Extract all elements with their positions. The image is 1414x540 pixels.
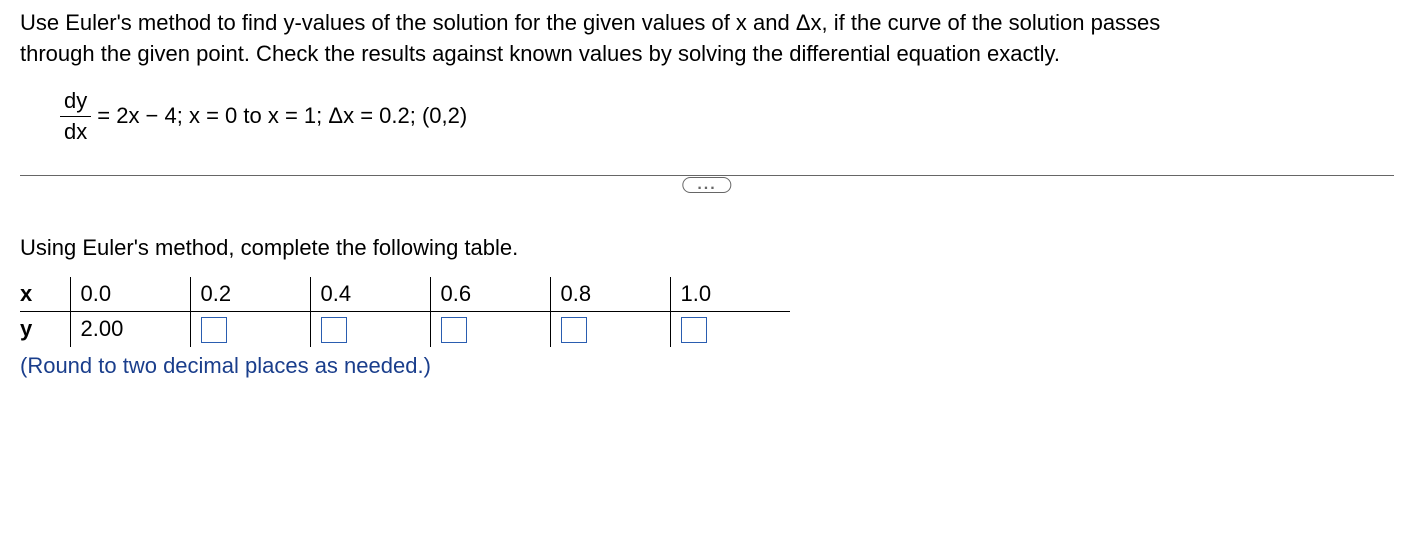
y-cell <box>190 311 310 347</box>
fraction-denominator: dx <box>60 116 91 145</box>
expand-button[interactable]: ... <box>682 177 731 193</box>
y-row: y 2.00 <box>20 311 790 347</box>
fraction-numerator: dy <box>60 88 91 116</box>
x-cell: 0.4 <box>310 277 430 312</box>
x-cell: 1.0 <box>670 277 790 312</box>
fraction-dy-dx: dy dx <box>60 88 91 145</box>
section-divider: ... <box>20 175 1394 195</box>
x-cell: 0.2 <box>190 277 310 312</box>
y-input-5[interactable] <box>681 317 707 343</box>
x-cell: 0.8 <box>550 277 670 312</box>
x-row-label: x <box>20 277 70 312</box>
rounding-hint: (Round to two decimal places as needed.) <box>20 353 1394 379</box>
problem-line-2: through the given point. Check the resul… <box>20 41 1060 66</box>
equation-rhs: = 2x − 4; x = 0 to x = 1; Δx = 0.2; (0,2… <box>97 103 467 129</box>
y-cell <box>550 311 670 347</box>
y-cell <box>430 311 550 347</box>
x-cell: 0.0 <box>70 277 190 312</box>
y-row-label: y <box>20 311 70 347</box>
problem-statement: Use Euler's method to find y-values of t… <box>20 8 1394 70</box>
euler-table: x 0.0 0.2 0.4 0.6 0.8 1.0 y 2.00 <box>20 277 790 347</box>
y-cell <box>670 311 790 347</box>
problem-line-1: Use Euler's method to find y-values of t… <box>20 10 1160 35</box>
y-input-2[interactable] <box>321 317 347 343</box>
y-cell-initial: 2.00 <box>70 311 190 347</box>
y-input-1[interactable] <box>201 317 227 343</box>
differential-equation: dy dx = 2x − 4; x = 0 to x = 1; Δx = 0.2… <box>20 88 1394 145</box>
table-instruction: Using Euler's method, complete the follo… <box>20 235 1394 261</box>
x-row: x 0.0 0.2 0.4 0.6 0.8 1.0 <box>20 277 790 312</box>
y-cell <box>310 311 430 347</box>
y-input-3[interactable] <box>441 317 467 343</box>
y-input-4[interactable] <box>561 317 587 343</box>
x-cell: 0.6 <box>430 277 550 312</box>
